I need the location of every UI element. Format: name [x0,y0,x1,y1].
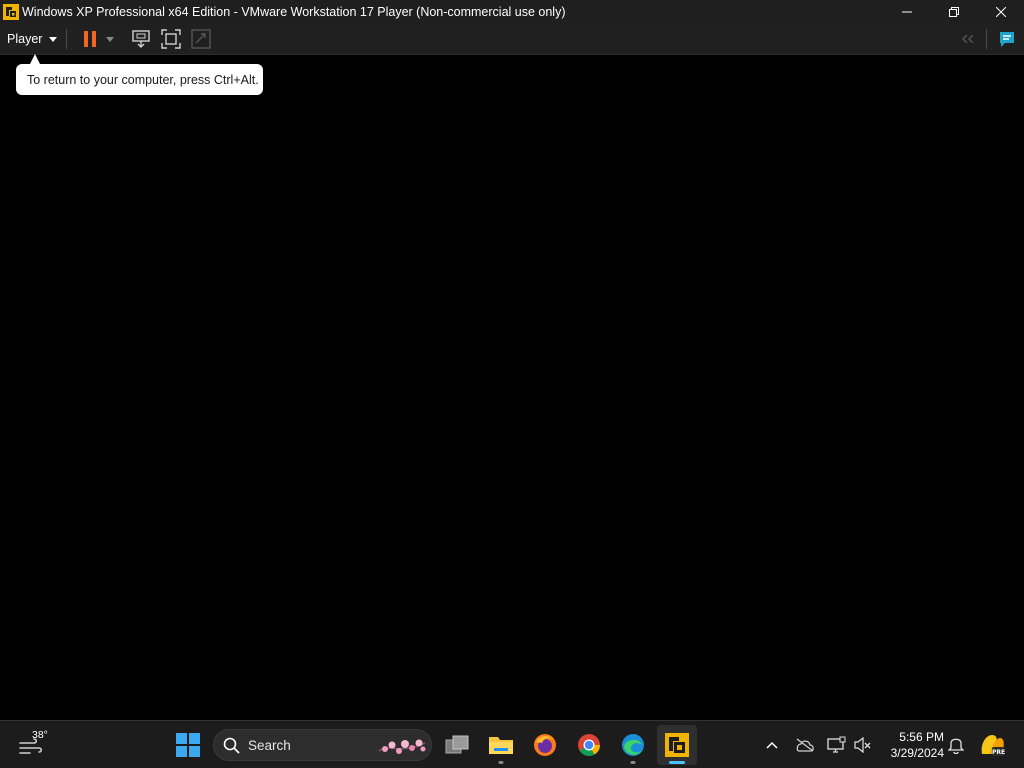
running-indicator [630,761,636,764]
player-toolbar: Player [0,24,1024,55]
show-hidden-icons-button[interactable] [760,733,784,757]
cloud-offline-icon [796,738,814,752]
restore-button[interactable] [930,0,977,24]
search-label: Search [248,737,291,753]
player-menu-button[interactable]: Player [0,24,58,55]
search-box[interactable]: Search [213,729,432,761]
collapse-toolbar-icon [962,35,974,43]
fit-guest-icon [161,29,182,49]
chevron-down-icon [106,36,115,42]
message-log-icon [1000,31,1014,47]
restore-icon [948,7,959,17]
minimize-button[interactable] [883,0,930,24]
chevron-down-icon [49,36,58,42]
player-menu-label: Player [7,32,43,46]
folder-icon [489,737,513,754]
edge-icon [622,734,644,756]
copilot-button[interactable]: PRE [978,731,1006,759]
send-ctrl-alt-del-icon [132,30,151,48]
bell-icon [948,738,964,754]
pause-button[interactable] [80,24,100,55]
search-icon [223,737,240,754]
notifications-button[interactable] [944,733,968,757]
vmware-app-icon [3,4,19,20]
svg-text:PRE: PRE [992,749,1005,756]
collapse-toolbar-button[interactable] [956,24,980,55]
toolbar-separator [66,29,68,49]
task-view-button[interactable] [437,725,477,765]
window-title: Windows XP Professional x64 Edition - VM… [22,5,566,19]
clock[interactable]: 5:56 PM 3/29/2024 [880,729,944,761]
copilot-icon: PRE [981,735,1005,756]
close-icon [995,7,1006,17]
tooltip-arrow [30,54,40,64]
windows-logo-icon [176,733,200,757]
windows-taskbar: 38° Search 5:56 PM 3/29/2024 PRE [0,720,1024,768]
vmware-icon [665,733,689,757]
weather-widget[interactable]: 38° [14,727,54,763]
pause-icon [84,31,97,47]
chrome-button[interactable] [569,725,609,765]
minimize-icon [901,11,912,13]
close-button[interactable] [977,0,1024,24]
fit-guest-button[interactable] [156,24,186,55]
network-tray-button[interactable] [824,733,848,757]
volume-tray-button[interactable] [851,733,875,757]
unity-button[interactable] [186,24,216,55]
running-indicator [669,761,685,764]
edge-button[interactable] [613,725,653,765]
file-explorer-button[interactable] [481,725,521,765]
unity-icon [191,29,212,49]
message-log-button[interactable] [993,24,1021,55]
volume-muted-icon [854,737,871,753]
cherry-blossom-icon [378,739,426,754]
firefox-button[interactable] [525,725,565,765]
running-indicator [498,761,504,764]
power-dropdown-button[interactable] [100,24,120,55]
title-bar: Windows XP Professional x64 Edition - VM… [0,0,1024,24]
task-view-icon [445,735,469,754]
onedrive-tray-button[interactable] [793,733,817,757]
start-button[interactable] [172,725,204,765]
clock-date: 3/29/2024 [890,746,944,760]
firefox-icon [534,734,556,756]
grab-release-tooltip: To return to your computer, press Ctrl+A… [16,64,263,95]
vm-display[interactable] [0,56,1024,720]
chevron-up-icon [766,741,778,749]
send-ctrl-alt-del-button[interactable] [126,24,156,55]
tooltip-text: To return to your computer, press Ctrl+A… [27,72,259,87]
clock-time: 5:56 PM [899,730,944,744]
network-monitor-icon [827,736,846,753]
chrome-icon [578,734,600,756]
toolbar-separator [986,29,987,49]
vmware-player-button[interactable] [657,725,697,765]
weather-temp: 38° [32,729,48,741]
